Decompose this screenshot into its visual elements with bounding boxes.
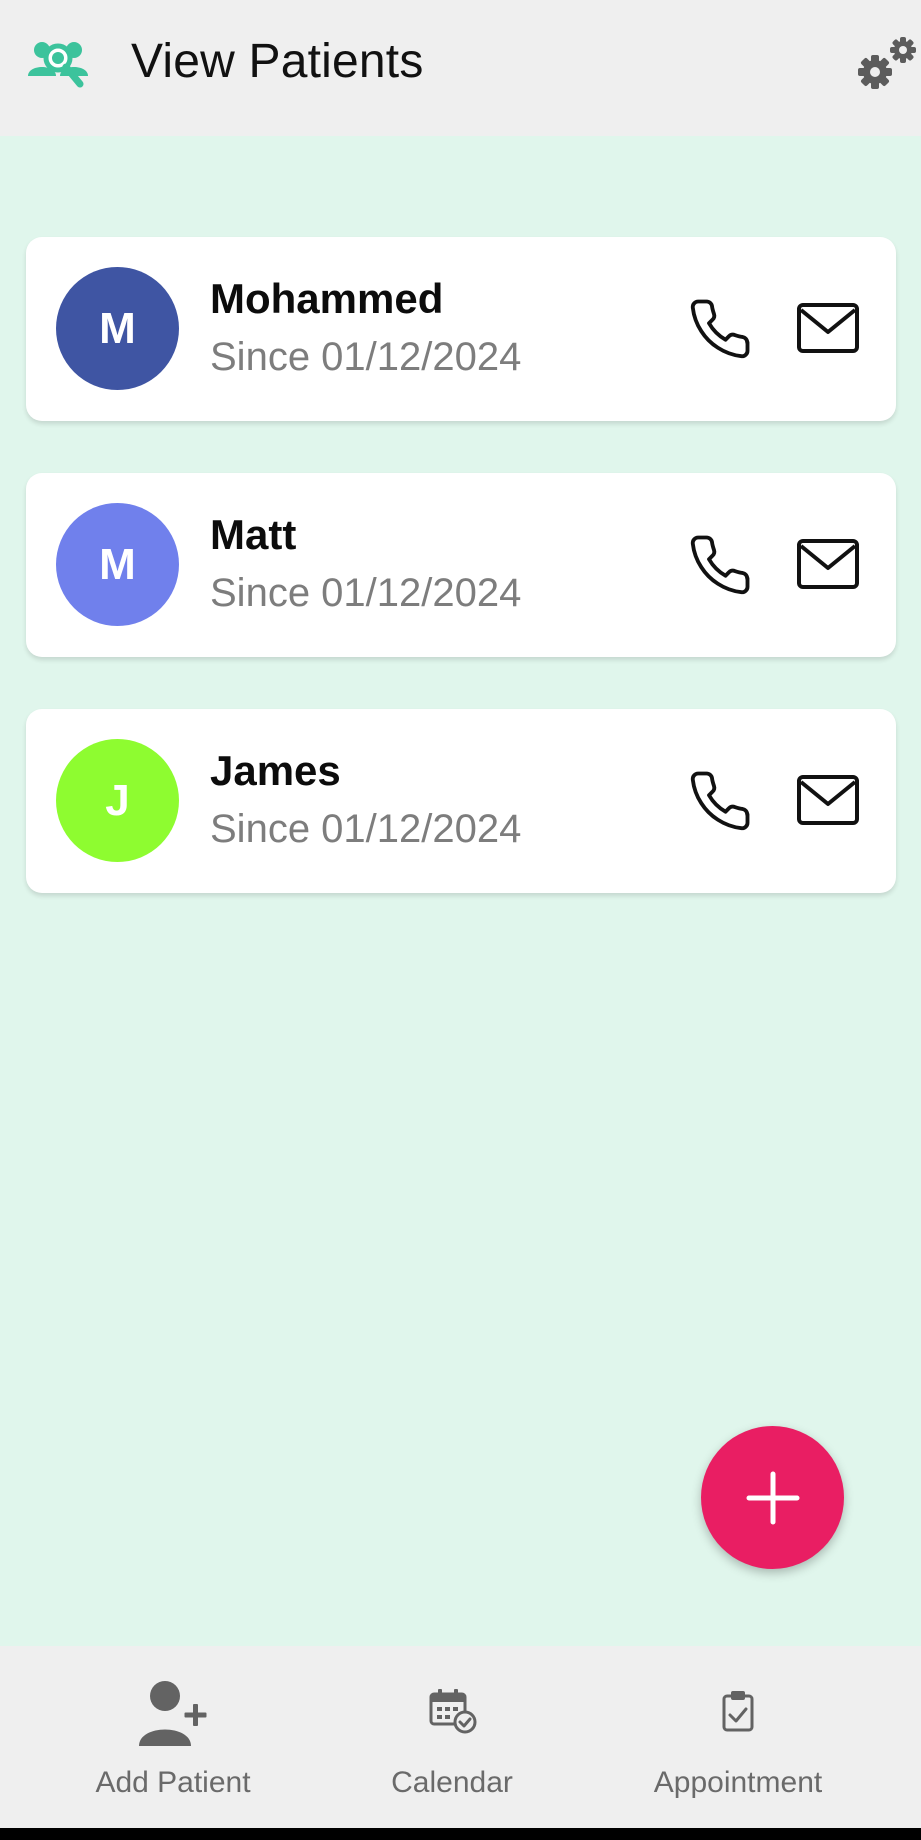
avatar: M (56, 503, 179, 626)
avatar-initial: J (105, 775, 130, 825)
plus-icon (746, 1471, 799, 1524)
patient-card[interactable]: M Mohammed Since 01/12/2024 (26, 237, 896, 421)
patient-name: Matt (210, 511, 297, 558)
phone-icon[interactable] (686, 532, 754, 598)
clipboard-check-icon (722, 1691, 754, 1732)
mail-icon[interactable] (796, 538, 860, 590)
add-user-icon (139, 1681, 207, 1746)
nav-label: Calendar (391, 1766, 513, 1799)
avatar: J (56, 739, 179, 862)
app-header: View Patients (0, 0, 921, 136)
phone-icon[interactable] (686, 296, 754, 362)
avatar-initial: M (99, 303, 136, 353)
patient-name: Mohammed (210, 275, 444, 322)
gears-icon[interactable] (853, 34, 921, 94)
bottom-navigation: Add Patient Calendar Appointment (0, 1646, 921, 1828)
phone-icon[interactable] (686, 768, 754, 834)
calendar-check-icon (429, 1689, 477, 1734)
patient-since-date: Since 01/12/2024 (210, 571, 522, 615)
patient-card[interactable]: J James Since 01/12/2024 (26, 709, 896, 893)
patient-list: M Mohammed Since 01/12/2024 M Matt Since… (26, 237, 896, 945)
patient-name: James (210, 747, 341, 794)
patient-card[interactable]: M Matt Since 01/12/2024 (26, 473, 896, 657)
patient-since-date: Since 01/12/2024 (210, 335, 522, 379)
app-screen: View Patients M Mohammed Since 01/12/202… (0, 0, 921, 1840)
page-title: View Patients (131, 35, 424, 88)
add-fab-button[interactable] (701, 1426, 844, 1569)
system-bottom-bar (0, 1828, 921, 1840)
patient-search-icon (28, 42, 88, 88)
nav-label: Appointment (653, 1766, 823, 1799)
patient-since-date: Since 01/12/2024 (210, 807, 522, 851)
nav-label: Add Patient (95, 1766, 251, 1799)
nav-add-patient[interactable]: Add Patient (60, 1646, 286, 1828)
mail-icon[interactable] (796, 774, 860, 826)
avatar: M (56, 267, 179, 390)
mail-icon[interactable] (796, 302, 860, 354)
nav-calendar[interactable]: Calendar (352, 1646, 552, 1828)
nav-appointment[interactable]: Appointment (628, 1646, 848, 1828)
avatar-initial: M (99, 539, 136, 589)
